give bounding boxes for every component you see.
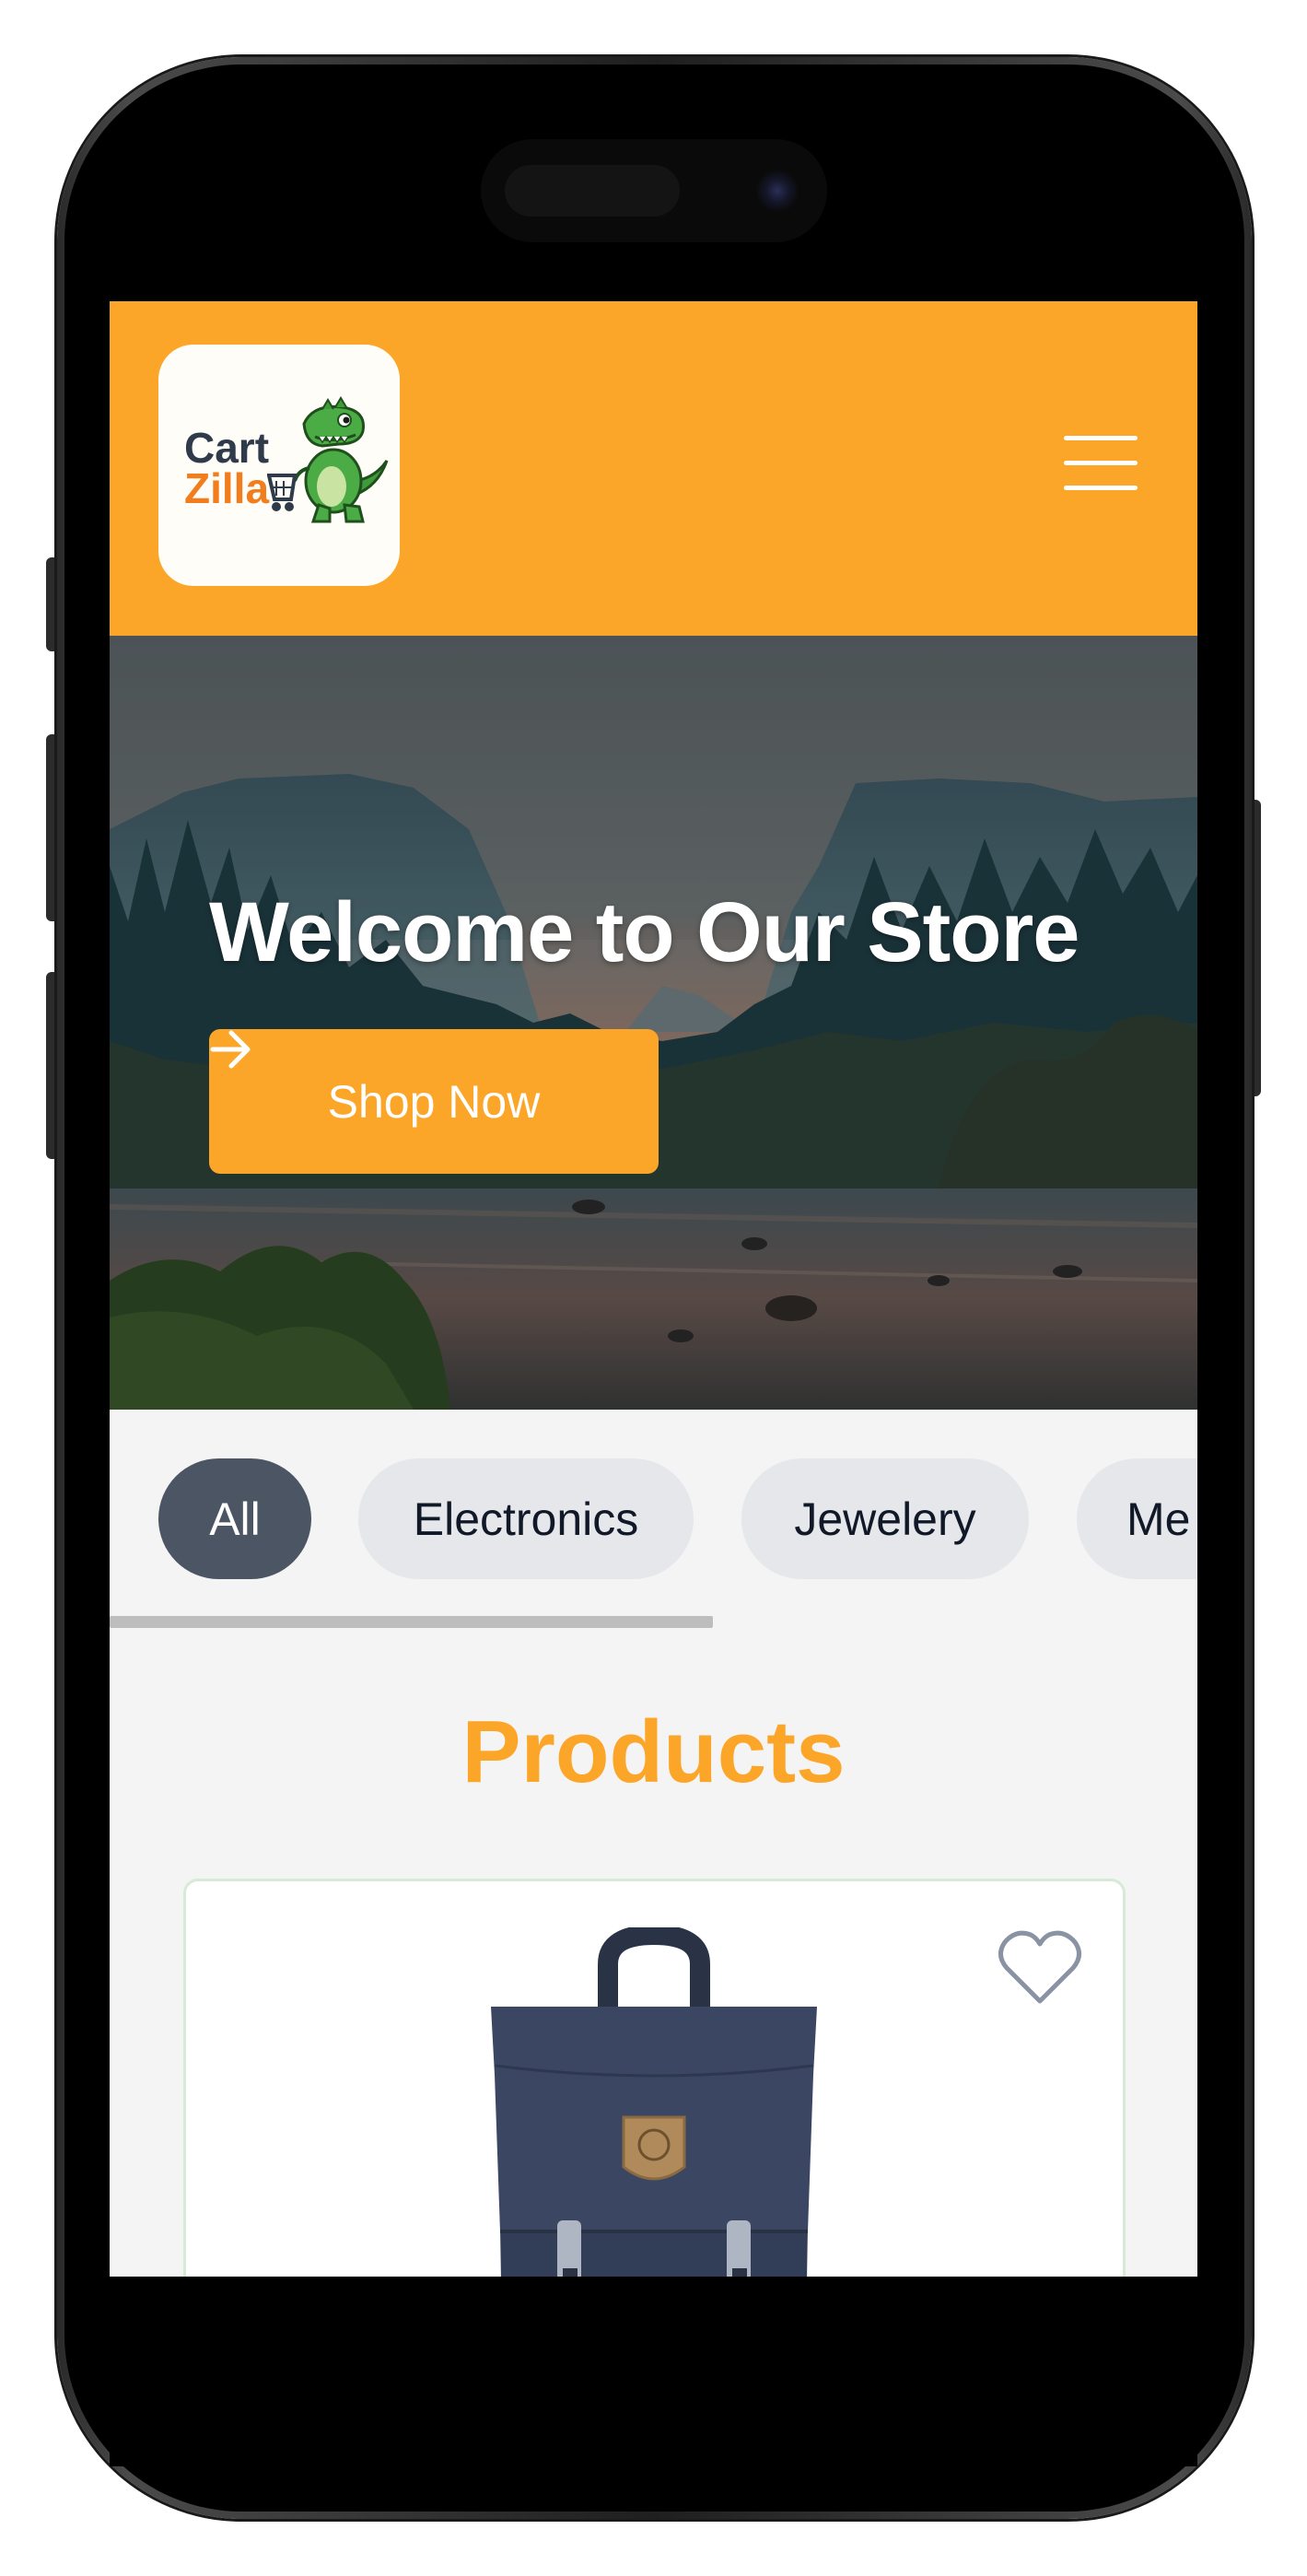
shop-now-button[interactable]: Shop Now — [209, 1029, 659, 1174]
logo-text-zilla: Zilla — [184, 464, 270, 512]
menu-line-top — [1064, 436, 1138, 440]
dinosaur-shopping-cart-logo — [267, 396, 389, 523]
logo-wordmark: Cart Zilla — [184, 427, 269, 509]
island-sensor — [505, 165, 680, 217]
dynamic-island — [481, 139, 827, 242]
cartzilla-logo[interactable]: Cart Zilla — [158, 345, 400, 586]
category-chip-electronics[interactable]: Electronics — [358, 1458, 694, 1579]
product-card[interactable] — [183, 1879, 1126, 2277]
category-chip-jewelery[interactable]: Jewelery — [741, 1458, 1029, 1579]
products-heading: Products — [461, 1703, 846, 1801]
horizontal-scrollbar[interactable] — [110, 1616, 713, 1628]
heart-outline-icon[interactable] — [998, 1927, 1082, 2007]
menu-line-bottom — [1064, 486, 1138, 490]
hero-banner: Welcome to Our Store Shop Now — [110, 636, 1197, 1410]
app-header: Cart Zilla — [110, 301, 1197, 636]
arrow-right-icon — [210, 1030, 251, 1069]
navy-backpack-image — [491, 1927, 817, 2277]
hero-title: Welcome to Our Store — [209, 885, 1079, 979]
home-indicator-area — [110, 2277, 1197, 2466]
category-chip-all[interactable]: All — [158, 1458, 311, 1579]
category-chip-mens-clothing[interactable]: Me — [1077, 1458, 1197, 1579]
front-camera-icon — [755, 169, 799, 213]
logo-text-cart: Cart — [184, 424, 270, 472]
menu-line-middle — [1064, 461, 1138, 465]
app-viewport: Cart Zilla Welcome to Our Store Shop Now… — [110, 301, 1197, 2277]
hamburger-menu-icon[interactable] — [1064, 436, 1138, 495]
mountain-valley-river-landscape — [110, 636, 1197, 1410]
category-filter-bar[interactable]: All Electronics Jewelery Me — [110, 1410, 1197, 1631]
device-stage: Cart Zilla Welcome to Our Store Shop Now… — [0, 0, 1307, 2576]
shop-now-label: Shop Now — [327, 1075, 541, 1128]
